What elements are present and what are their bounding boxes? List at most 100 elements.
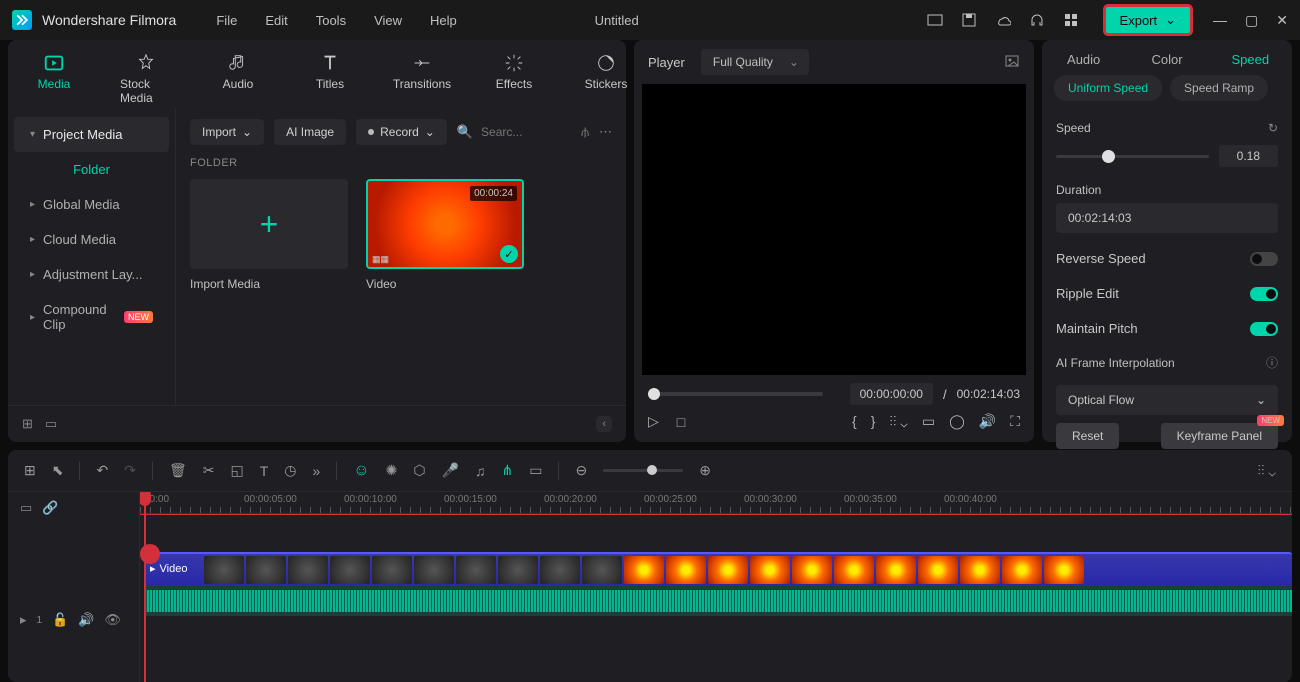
quality-select[interactable]: Full Quality — [701, 49, 809, 75]
new-folder-icon[interactable]: ⊞ — [22, 416, 33, 432]
speed-value[interactable]: 0.18 — [1219, 145, 1278, 167]
tab-stock-media[interactable]: Stock Media — [120, 48, 172, 109]
stop-button[interactable]: □ — [677, 414, 685, 430]
crop-icon[interactable]: ◱ — [230, 462, 243, 479]
speed-ramp-chip[interactable]: Speed Ramp — [1170, 75, 1268, 101]
zoom-slider[interactable] — [603, 469, 683, 472]
folder-icon[interactable]: ▭ — [45, 416, 57, 432]
timeline-tracks[interactable]: 00:0000:00:05:0000:00:10:0000:00:15:0000… — [140, 492, 1292, 682]
tab-transitions[interactable]: Transitions — [396, 48, 448, 109]
marker-icon[interactable]: ▭ — [529, 462, 542, 479]
cloud-icon[interactable] — [995, 12, 1011, 28]
ai-smiley-icon[interactable]: ☺ — [353, 462, 369, 480]
sidebar-compound-clip[interactable]: ▸Compound ClipNEW — [14, 292, 169, 342]
ripple-edit-toggle[interactable] — [1250, 287, 1278, 301]
zoom-in-icon[interactable]: ⊕ — [699, 462, 711, 479]
maximize-button[interactable]: ▢ — [1245, 12, 1258, 29]
mark-out-button[interactable]: } — [871, 413, 876, 430]
color-wheel-icon[interactable]: ✺ — [386, 462, 398, 479]
camera-icon[interactable]: ◯ — [949, 413, 965, 430]
tab-audio-props[interactable]: Audio — [1042, 52, 1125, 67]
ai-interp-select[interactable]: Optical Flow⌄ — [1056, 385, 1278, 415]
scrubber[interactable] — [648, 392, 823, 396]
reset-button[interactable]: Reset — [1056, 423, 1119, 449]
duration-input[interactable]: 00:02:14:03 — [1056, 203, 1278, 233]
tab-audio[interactable]: Audio — [212, 48, 264, 109]
speed-icon[interactable]: ◷ — [284, 462, 296, 479]
shield-icon[interactable]: ⬡ — [413, 462, 425, 479]
fullscreen-icon[interactable]: ⛶ — [1010, 413, 1020, 430]
link-icon[interactable]: 🔗 — [42, 500, 58, 516]
layout-icon[interactable] — [927, 12, 943, 28]
export-button[interactable]: Export ⌄ — [1103, 4, 1193, 36]
selection-tool-icon[interactable]: ⬉ — [52, 462, 64, 479]
menu-file[interactable]: File — [216, 13, 237, 28]
document-title: Untitled — [307, 13, 927, 28]
timeline-options-icon[interactable]: ⫶⫶ ⌄ — [1258, 462, 1276, 479]
mic-icon[interactable]: 🎤 — [442, 462, 459, 479]
lock-icon[interactable]: 🔓 — [52, 612, 68, 628]
grid-icon[interactable] — [1063, 12, 1079, 28]
more-tools-icon[interactable]: » — [312, 463, 320, 479]
media-content: Import⌄ AI Image Record⌄ 🔍 ⫛ ⋯ FOLDER + … — [176, 109, 626, 405]
cut-icon[interactable]: ✂ — [203, 462, 215, 479]
search-box[interactable]: 🔍 — [457, 124, 571, 140]
mute-icon[interactable]: 🔊 — [78, 612, 94, 628]
info-icon[interactable]: ⓘ — [1266, 354, 1278, 371]
maintain-pitch-toggle[interactable] — [1250, 322, 1278, 336]
crop-dropdown[interactable]: ⫶⫶ ⌄ — [889, 413, 907, 430]
filter-icon[interactable]: ⫛ — [581, 124, 589, 140]
audio-track-clip[interactable] — [144, 586, 1292, 616]
delete-icon[interactable]: 🗑 — [169, 462, 187, 479]
volume-icon[interactable]: 🔊 — [979, 413, 996, 430]
auto-cut-icon[interactable]: ⋔ — [502, 462, 514, 479]
tab-media[interactable]: Media — [28, 48, 80, 109]
arrange-icon[interactable]: ⊞ — [24, 462, 36, 479]
marker-icon[interactable] — [140, 544, 160, 564]
video-preview[interactable] — [642, 84, 1026, 375]
search-input[interactable] — [481, 125, 541, 139]
tab-stickers[interactable]: Stickers — [580, 48, 632, 109]
import-media-tile[interactable]: + — [190, 179, 348, 269]
headphones-icon[interactable] — [1029, 12, 1045, 28]
keyframe-panel-button[interactable]: Keyframe PanelNEW — [1161, 423, 1278, 449]
speed-slider[interactable] — [1056, 155, 1209, 158]
video-track-clip[interactable]: ▸Video — [144, 552, 1292, 586]
sidebar-global-media[interactable]: ▸Global Media — [14, 187, 169, 222]
display-icon[interactable]: ▭ — [922, 413, 935, 430]
tab-effects[interactable]: Effects — [488, 48, 540, 109]
sidebar-project-media[interactable]: ▾Project Media — [14, 117, 169, 152]
playhead[interactable] — [144, 492, 146, 682]
mark-in-button[interactable]: { — [852, 413, 857, 430]
close-button[interactable]: ✕ — [1276, 12, 1288, 29]
timeline-ruler[interactable]: 00:0000:00:05:0000:00:10:0000:00:15:0000… — [140, 492, 1292, 514]
import-button[interactable]: Import⌄ — [190, 119, 264, 145]
tab-titles[interactable]: Titles — [304, 48, 356, 109]
tab-speed-props[interactable]: Speed — [1209, 52, 1292, 67]
menu-edit[interactable]: Edit — [265, 13, 287, 28]
track-header-icon[interactable]: ▭ — [20, 500, 32, 516]
undo-icon[interactable]: ↶ — [96, 462, 108, 479]
sidebar-cloud-media[interactable]: ▸Cloud Media — [14, 222, 169, 257]
minimize-button[interactable]: — — [1213, 12, 1227, 29]
play-button[interactable]: ▷ — [648, 413, 659, 430]
record-button[interactable]: Record⌄ — [356, 119, 447, 145]
uniform-speed-chip[interactable]: Uniform Speed — [1054, 75, 1162, 101]
save-icon[interactable] — [961, 12, 977, 28]
text-icon[interactable]: T — [260, 463, 269, 479]
video-track-icon[interactable]: ▸ — [20, 612, 27, 628]
sidebar-adjustment-layer[interactable]: ▸Adjustment Lay... — [14, 257, 169, 292]
music-icon[interactable]: ♫ — [475, 463, 486, 479]
snapshot-icon[interactable] — [1004, 53, 1020, 72]
reset-speed-icon[interactable]: ↻ — [1268, 121, 1278, 135]
video-thumbnail[interactable]: 00:00:24 ✓ ▦▦ — [366, 179, 524, 269]
tab-color-props[interactable]: Color — [1125, 52, 1208, 67]
collapse-sidebar-button[interactable]: ‹ — [596, 416, 612, 432]
ai-image-button[interactable]: AI Image — [274, 119, 346, 145]
redo-icon[interactable]: ↷ — [124, 462, 136, 479]
zoom-out-icon[interactable]: ⊖ — [575, 462, 587, 479]
sidebar-folder[interactable]: Folder — [14, 152, 169, 187]
visibility-icon[interactable]: 👁 — [104, 612, 121, 628]
reverse-speed-toggle[interactable] — [1250, 252, 1278, 266]
more-icon[interactable]: ⋯ — [599, 124, 612, 140]
